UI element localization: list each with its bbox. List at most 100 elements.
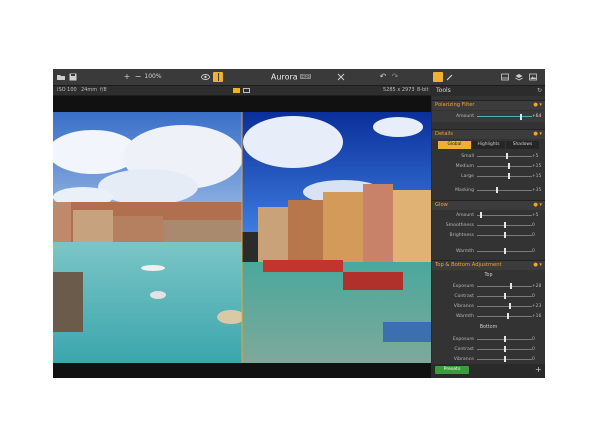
top-slider-slider[interactable]	[477, 313, 532, 319]
details-masking-row: Masking +35	[432, 186, 545, 195]
top-slider-knob[interactable]	[510, 283, 512, 289]
panel-icon[interactable]	[501, 73, 509, 81]
glow-slider-label: Amount	[455, 213, 474, 218]
glow-warmth-value: 0	[532, 249, 535, 254]
glow-slider-value: 0	[532, 233, 535, 238]
bottom-slider-slider[interactable]	[477, 356, 532, 362]
glow-slider-knob[interactable]	[504, 232, 506, 238]
top-slider-label: Warmth	[455, 314, 474, 319]
tab-global[interactable]: Global	[438, 141, 471, 149]
details-slider-slider[interactable]	[477, 163, 532, 169]
focal-length: 24mm	[81, 87, 98, 93]
photo-canvas[interactable]	[53, 112, 431, 363]
bottom-subheading: Bottom	[479, 325, 498, 330]
section-glow[interactable]: Glow ● ▾	[432, 200, 545, 210]
details-slider-row: Small +5	[432, 152, 545, 161]
glow-warmth-knob[interactable]	[504, 248, 506, 254]
section-polarizing-controls-icon[interactable]: ● ▾	[533, 101, 542, 110]
details-slider-knob[interactable]	[506, 153, 508, 159]
section-top-bottom[interactable]: Top & Bottom Adjustment ● ▾	[432, 260, 545, 270]
details-masking-knob[interactable]	[496, 187, 498, 193]
save-icon[interactable]	[69, 73, 77, 81]
compare-icon[interactable]	[213, 72, 223, 82]
glow-slider-knob[interactable]	[480, 212, 482, 218]
top-slider-knob[interactable]	[504, 293, 506, 299]
iso-value: ISO 100	[57, 87, 77, 93]
bottom-slider-slider[interactable]	[477, 346, 532, 352]
details-slider-knob[interactable]	[508, 173, 510, 179]
top-slider-row: Warmth +16	[432, 312, 545, 321]
section-glow-title: Glow	[435, 202, 448, 208]
polarizing-amount-slider[interactable]	[477, 114, 532, 120]
top-subheading: Top	[484, 273, 493, 278]
top-slider-slider[interactable]	[477, 293, 532, 299]
refresh-icon[interactable]: ↻	[537, 86, 542, 96]
layers-icon[interactable]	[515, 73, 523, 81]
glow-slider-slider[interactable]	[477, 232, 532, 238]
zoom-out-icon[interactable]: −	[134, 69, 142, 85]
venice-photo	[53, 112, 431, 363]
bottom-slider-row: Vibrance 0	[432, 355, 545, 364]
glow-warmth-slider[interactable]	[477, 248, 532, 254]
image-info-bar: ISO 100 24mm f/8 5285 x 2973 8-bit	[53, 86, 431, 96]
split-view-icon[interactable]	[233, 88, 240, 93]
eye-icon[interactable]	[201, 73, 210, 81]
section-polarizing[interactable]: Polarizing Filter ● ▾	[432, 100, 545, 110]
glow-slider-slider[interactable]	[477, 222, 532, 228]
bottom-slider-label: Exposure	[452, 337, 474, 342]
app-window: + − 100% Aurora HDR ↶ ↷ ISO 100 24mm f/8…	[53, 69, 545, 378]
section-glow-controls-icon[interactable]: ● ▾	[533, 201, 542, 210]
section-details[interactable]: Details ● ▾	[432, 129, 545, 139]
top-slider-slider[interactable]	[477, 303, 532, 309]
top-slider-knob[interactable]	[509, 303, 511, 309]
zoom-in-icon[interactable]: +	[123, 69, 131, 85]
tools-panel: Tools ↻ Polarizing Filter ● ▾ Amount +64…	[432, 86, 545, 378]
undo-icon[interactable]: ↶	[379, 69, 387, 85]
zoom-level[interactable]: 100%	[143, 69, 163, 85]
bottom-slider-slider[interactable]	[477, 336, 532, 342]
polarizing-amount-knob[interactable]	[520, 114, 522, 120]
top-toolbar: + − 100% Aurora HDR ↶ ↷	[53, 69, 545, 86]
add-icon[interactable]: +	[535, 365, 542, 375]
glow-slider-row: Amount +5	[432, 211, 545, 220]
app-badge: HDR	[300, 74, 312, 79]
glow-slider-value: 0	[532, 223, 535, 228]
tools-icon[interactable]	[433, 72, 443, 82]
app-title-text: Aurora	[270, 72, 298, 82]
details-slider-label: Large	[461, 174, 474, 179]
tab-highlights[interactable]: Highlights	[472, 141, 505, 149]
details-slider-slider[interactable]	[477, 153, 532, 159]
section-details-controls-icon[interactable]: ● ▾	[533, 130, 542, 139]
redo-icon[interactable]: ↷	[391, 69, 399, 85]
brush-icon[interactable]	[446, 73, 454, 81]
presets-button[interactable]: Presets	[435, 366, 469, 374]
top-slider-value: 0	[532, 294, 535, 299]
details-slider-knob[interactable]	[508, 163, 510, 169]
crop-icon[interactable]	[337, 73, 345, 81]
details-slider-slider[interactable]	[477, 173, 532, 179]
details-slider-label: Medium	[455, 164, 474, 169]
app-title: Aurora HDR	[261, 69, 321, 85]
top-slider-slider[interactable]	[477, 283, 532, 289]
details-slider-row: Large +15	[432, 172, 545, 181]
section-top-bottom-title: Top & Bottom Adjustment	[435, 262, 502, 268]
bottom-slider-knob[interactable]	[504, 346, 506, 352]
canvas-padding-top	[53, 96, 431, 112]
bottom-slider-knob[interactable]	[504, 356, 506, 362]
glow-slider-label: Brightness	[449, 233, 474, 238]
bottom-slider-knob[interactable]	[504, 336, 506, 342]
top-slider-value: +23	[532, 304, 542, 309]
section-top-bottom-controls-icon[interactable]: ● ▾	[533, 261, 542, 270]
polarizing-amount-value: +64	[532, 114, 542, 119]
canvas-padding-bottom	[53, 363, 431, 378]
folder-icon[interactable]	[57, 73, 65, 81]
side-by-side-icon[interactable]	[243, 88, 250, 93]
glow-slider-knob[interactable]	[504, 222, 506, 228]
top-slider-knob[interactable]	[507, 313, 509, 319]
glow-slider-slider[interactable]	[477, 212, 532, 218]
tab-shadows[interactable]: Shadows	[506, 141, 539, 149]
details-masking-label: Masking	[455, 188, 474, 193]
details-masking-slider[interactable]	[477, 187, 532, 193]
bottom-slider-label: Vibrance	[453, 357, 474, 362]
image-icon[interactable]	[529, 73, 537, 81]
